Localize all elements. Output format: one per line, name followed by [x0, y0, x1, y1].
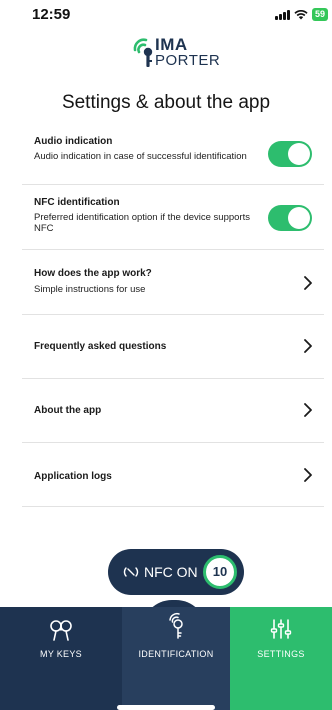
setting-row-audio: Audio indication Audio indication in cas…: [22, 127, 324, 185]
status-bar: 12:59 59: [0, 0, 332, 28]
setting-subtitle: Preferred identification option if the d…: [34, 212, 250, 234]
signal-icon: [274, 9, 290, 20]
battery-icon: 59: [311, 8, 328, 21]
home-indicator: [117, 705, 215, 710]
nav-label: IDENTIFICATION: [138, 649, 214, 659]
menu-item-faq[interactable]: Frequently asked questions: [22, 315, 324, 379]
setting-row-nfc: NFC identification Preferred identificat…: [22, 185, 324, 250]
app-logo: IMA PORTER: [0, 32, 332, 72]
logo-text-porter: PORTER: [155, 52, 221, 69]
nav-label: SETTINGS: [257, 649, 305, 659]
menu-item-title: About the app: [34, 405, 102, 416]
nfc-icon: [123, 567, 139, 577]
status-icons: 59: [274, 8, 328, 21]
chevron-right-icon: [304, 339, 312, 353]
setting-title: NFC identification: [34, 197, 120, 208]
menu-item-about[interactable]: About the app: [22, 379, 324, 443]
setting-title: Audio indication: [34, 136, 113, 147]
nav-tab-my-keys[interactable]: MY KEYS: [0, 607, 122, 710]
wifi-icon: [294, 9, 308, 20]
chevron-right-icon: [304, 276, 312, 290]
nav-tab-identification[interactable]: IDENTIFICATION: [122, 607, 230, 710]
nfc-identification-toggle[interactable]: [268, 205, 312, 231]
nav-tab-settings[interactable]: SETTINGS: [230, 607, 332, 710]
nfc-status-pill[interactable]: NFC ON 10: [108, 549, 244, 595]
setting-subtitle: Audio indication in case of successful i…: [34, 151, 247, 162]
audio-indication-toggle[interactable]: [268, 141, 312, 167]
sliders-icon: [270, 619, 292, 639]
menu-item-title: Frequently asked questions: [34, 341, 167, 352]
key-logo-icon: [133, 38, 153, 67]
nfc-countdown: 10: [203, 555, 237, 589]
menu-item-title: Application logs: [34, 471, 112, 482]
chevron-right-icon: [304, 468, 312, 482]
nav-label: MY KEYS: [40, 649, 82, 659]
menu-item-how-it-works[interactable]: How does the app work? Simple instructio…: [22, 250, 324, 315]
toggle-knob: [288, 143, 310, 165]
menu-item-logs[interactable]: Application logs: [22, 443, 324, 507]
menu-item-subtitle: Simple instructions for use: [34, 284, 146, 295]
chevron-right-icon: [304, 403, 312, 417]
key-tag-icon: [169, 612, 183, 639]
keys-icon: [50, 620, 72, 641]
page-title: Settings & about the app: [61, 92, 271, 113]
nfc-status-label: NFC ON: [144, 564, 198, 580]
bottom-navigation: MY KEYS IDENTIFICATION SETTINGS: [0, 607, 332, 710]
status-time: 12:59: [32, 6, 71, 23]
menu-item-title: How does the app work?: [34, 268, 152, 279]
toggle-knob: [288, 207, 310, 229]
